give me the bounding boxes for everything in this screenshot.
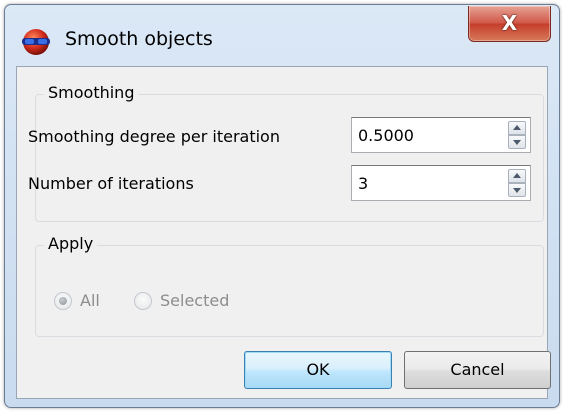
smoothing-degree-label: Smoothing degree per iteration <box>28 127 280 146</box>
spin-down-arrow-icon[interactable] <box>508 183 526 197</box>
radio-all[interactable] <box>54 292 72 310</box>
smoothing-degree-value[interactable]: 0.5000 <box>358 126 414 146</box>
smoothing-degree-spinbox[interactable]: 0.5000 <box>351 117 531 153</box>
dialog-body: Smoothing Smoothing degree per iteration… <box>16 66 551 399</box>
app-logo-icon <box>21 27 51 57</box>
iterations-value[interactable]: 3 <box>358 174 368 194</box>
dialog-window: Smooth objects X Smoothing Smoothing deg… <box>4 4 560 408</box>
radio-all-label[interactable]: All <box>80 291 100 311</box>
smoothing-group-title: Smoothing <box>44 83 139 103</box>
apply-group-title: Apply <box>44 234 98 254</box>
ok-button[interactable]: OK <box>244 351 392 389</box>
spin-up-arrow-icon[interactable] <box>508 169 526 183</box>
smoothing-degree-spin-arrows <box>508 121 526 149</box>
radio-selected-dot <box>59 297 67 305</box>
radio-selected-label[interactable]: Selected <box>160 291 229 311</box>
apply-group: Apply All Selected <box>35 234 544 337</box>
title-bar[interactable]: Smooth objects X <box>5 5 559 67</box>
close-icon: X <box>501 11 518 35</box>
iterations-spinbox[interactable]: 3 <box>351 165 531 201</box>
iterations-label: Number of iterations <box>28 174 194 193</box>
iterations-spin-arrows <box>508 169 526 197</box>
window-title: Smooth objects <box>65 28 213 50</box>
close-button[interactable]: X <box>468 6 551 42</box>
radio-selected[interactable] <box>134 292 152 310</box>
smoothing-group: Smoothing Smoothing degree per iteration… <box>28 83 544 222</box>
spin-up-arrow-icon[interactable] <box>508 121 526 135</box>
cancel-button[interactable]: Cancel <box>404 351 551 389</box>
spin-down-arrow-icon[interactable] <box>508 135 526 149</box>
